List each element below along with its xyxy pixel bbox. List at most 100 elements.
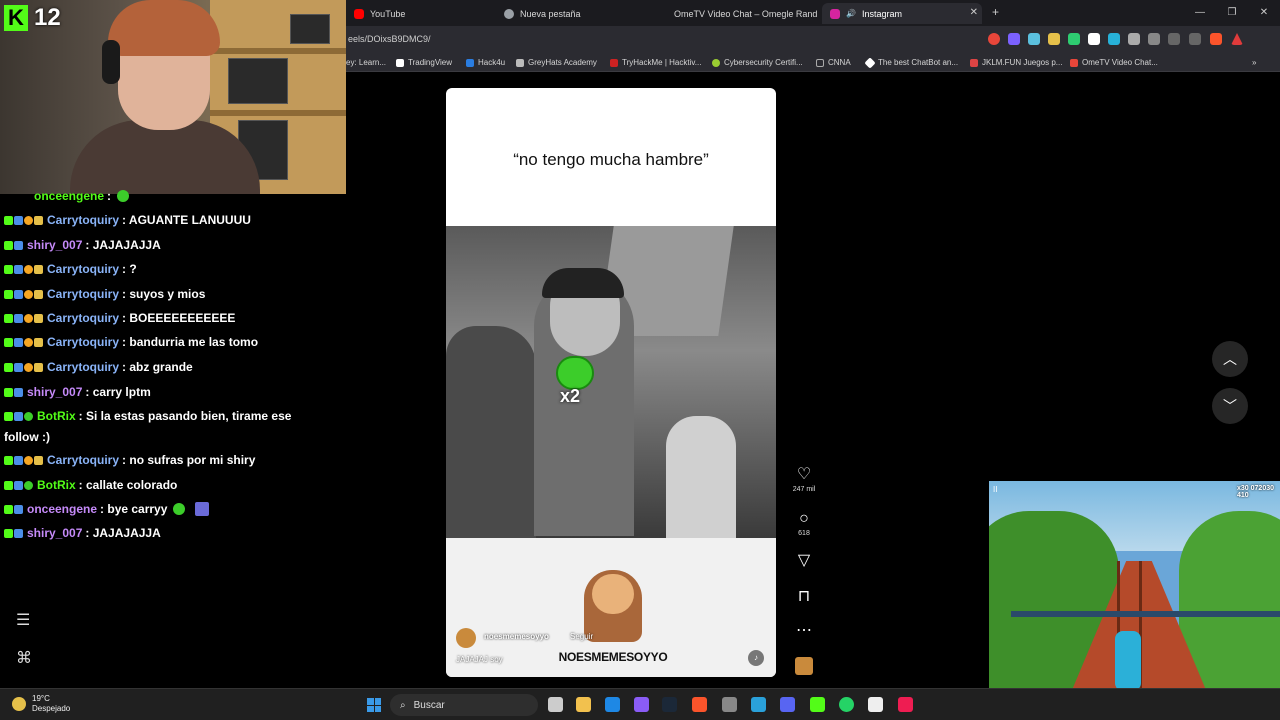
- tab-instagram[interactable]: 🔊 Instagram ✕: [822, 3, 982, 24]
- cast-icon[interactable]: [1168, 33, 1180, 45]
- send-icon: ▽: [797, 552, 811, 569]
- webcam-overlay: K 12: [0, 0, 346, 194]
- chat-username[interactable]: BotRix: [37, 408, 76, 424]
- extension-icon[interactable]: [1108, 33, 1120, 45]
- menu-icon[interactable]: [1148, 33, 1160, 45]
- bookmark-item[interactable]: ey: Learn...: [346, 58, 386, 67]
- task-view-icon[interactable]: [548, 697, 563, 712]
- brave-rewards-icon[interactable]: [1231, 33, 1243, 45]
- windows-start-icon[interactable]: [367, 698, 381, 712]
- author-name[interactable]: noesmemesoyyo: [484, 632, 549, 641]
- bookmark-item[interactable]: Hack4u: [466, 58, 505, 67]
- chat-badges: [4, 387, 23, 397]
- like-button[interactable]: ♡ 247 mil: [786, 466, 822, 493]
- chat-username[interactable]: Carrytoquiry: [47, 286, 119, 302]
- share-icon[interactable]: [1189, 33, 1201, 45]
- instagram-reel[interactable]: “no tengo mucha hambre” x2 NOESMEMESOYYO…: [446, 88, 776, 677]
- next-reel-button[interactable]: ﹀: [1212, 388, 1248, 424]
- bookmark-item[interactable]: TradingView: [396, 58, 452, 67]
- taskbar-search[interactable]: ⌕ Buscar: [390, 694, 538, 716]
- chat-username[interactable]: Carrytoquiry: [47, 452, 119, 468]
- telegram-icon[interactable]: [751, 697, 766, 712]
- chat-username[interactable]: Carrytoquiry: [47, 310, 119, 326]
- chat-message: shiry_007 : JAJAJAJJA: [4, 525, 161, 541]
- extension-icon[interactable]: [1088, 33, 1100, 45]
- bookmark-item[interactable]: TryHackMe | Hacktiv...: [610, 58, 701, 67]
- reel-video[interactable]: x2: [446, 226, 776, 538]
- save-button[interactable]: ⊓: [786, 588, 822, 606]
- more-button[interactable]: ⋯: [786, 622, 822, 640]
- extension-icon[interactable]: [1068, 33, 1080, 45]
- tab-new-tab[interactable]: Nueva pestaña: [496, 3, 658, 24]
- like-count: 247 mil: [792, 486, 816, 493]
- bookmark-item[interactable]: OmeTV Video Chat...: [1070, 58, 1158, 67]
- close-tab-icon[interactable]: ✕: [970, 7, 978, 18]
- chat-username[interactable]: shiry_007: [27, 237, 82, 253]
- chat-username[interactable]: Carrytoquiry: [47, 334, 119, 350]
- chat-badges: [4, 480, 33, 490]
- sitemap-icon[interactable]: ⌘: [16, 648, 32, 668]
- app-icon[interactable]: [634, 697, 649, 712]
- chat-username[interactable]: shiry_007: [27, 525, 82, 541]
- chat-message: Carrytoquiry : AGUANTE LANUUUU: [4, 212, 251, 228]
- extension-icon[interactable]: [1048, 33, 1060, 45]
- whatsapp-icon[interactable]: [839, 697, 854, 712]
- tiktok-icon[interactable]: [898, 697, 913, 712]
- previous-reel-button[interactable]: ︿: [1212, 341, 1248, 377]
- capcut-icon[interactable]: [868, 697, 883, 712]
- bookmark-item[interactable]: Cybersecurity Certifi...: [712, 58, 803, 67]
- chat-username[interactable]: shiry_007: [27, 384, 82, 400]
- bookmark-item[interactable]: The best ChatBot an...: [864, 56, 958, 69]
- tab-ometv[interactable]: OmeTV Video Chat – Omegle Rand: [660, 3, 818, 24]
- chat-message: Carrytoquiry : bandurria me las tomo: [4, 334, 258, 350]
- chat-message: BotRix : callate colorado: [4, 477, 177, 493]
- kick-icon[interactable]: [810, 697, 825, 712]
- audio-thumbnail[interactable]: [795, 657, 813, 675]
- puzzle-icon[interactable]: [1128, 33, 1140, 45]
- chat-username[interactable]: onceengene: [27, 501, 97, 517]
- chat-text: :: [107, 189, 112, 203]
- bookmark-folder[interactable]: CNNA: [816, 58, 851, 67]
- minimize-icon[interactable]: —: [1184, 0, 1216, 26]
- emote-icon: [117, 190, 130, 202]
- weather-widget[interactable]: 19°C Despejado: [12, 694, 70, 714]
- vscode-icon[interactable]: [605, 697, 620, 712]
- chat-username[interactable]: Carrytoquiry: [47, 261, 119, 277]
- chevron-down-icon: ﹀: [1223, 398, 1237, 414]
- chat-username[interactable]: onceengene: [34, 188, 104, 204]
- brave-icon[interactable]: [692, 697, 707, 712]
- address-bar: eels/DOixsB9DMC9/: [346, 26, 1280, 54]
- chat-username[interactable]: Carrytoquiry: [47, 359, 119, 375]
- chat-username[interactable]: BotRix: [37, 477, 76, 493]
- menu-icon[interactable]: ☰: [16, 610, 30, 630]
- close-window-icon[interactable]: ✕: [1248, 0, 1280, 26]
- discord-icon[interactable]: [780, 697, 795, 712]
- chat-badges: [4, 411, 33, 421]
- stream-chat: onceengene : Carrytoquiry : AGUANTE LANU…: [0, 186, 346, 606]
- follow-button[interactable]: Seguir: [570, 632, 593, 641]
- person-left: [446, 326, 536, 538]
- more-bookmarks-icon[interactable]: »: [1252, 58, 1256, 67]
- emote-icon: [556, 356, 594, 390]
- extension-icon[interactable]: [1028, 33, 1040, 45]
- bookmark-item[interactable]: GreyHats Academy: [516, 58, 597, 67]
- file-explorer-icon[interactable]: [576, 697, 591, 712]
- settings-icon[interactable]: [722, 697, 737, 712]
- steam-icon[interactable]: [662, 697, 677, 712]
- extension-icon[interactable]: [1008, 33, 1020, 45]
- bookmark-item[interactable]: JKLM.FUN Juegos p...: [970, 58, 1062, 67]
- new-tab-icon[interactable]: +: [992, 5, 999, 19]
- comment-button[interactable]: ○ 618: [786, 510, 822, 537]
- url-field[interactable]: eels/DOixsB9DMC9/: [348, 34, 431, 44]
- tab-youtube[interactable]: YouTube: [346, 3, 496, 24]
- chat-text: : ?: [122, 262, 137, 276]
- pause-icon: II: [993, 485, 998, 494]
- volume-icon[interactable]: ♪: [748, 650, 764, 666]
- brave-shield-icon[interactable]: [1210, 33, 1222, 45]
- extension-icon[interactable]: [988, 33, 1000, 45]
- author-avatar[interactable]: [456, 628, 476, 648]
- share-button[interactable]: ▽: [786, 552, 822, 570]
- speaker-icon: 🔊: [846, 9, 856, 18]
- chat-username[interactable]: Carrytoquiry: [47, 212, 119, 228]
- restore-icon[interactable]: ❐: [1216, 0, 1248, 26]
